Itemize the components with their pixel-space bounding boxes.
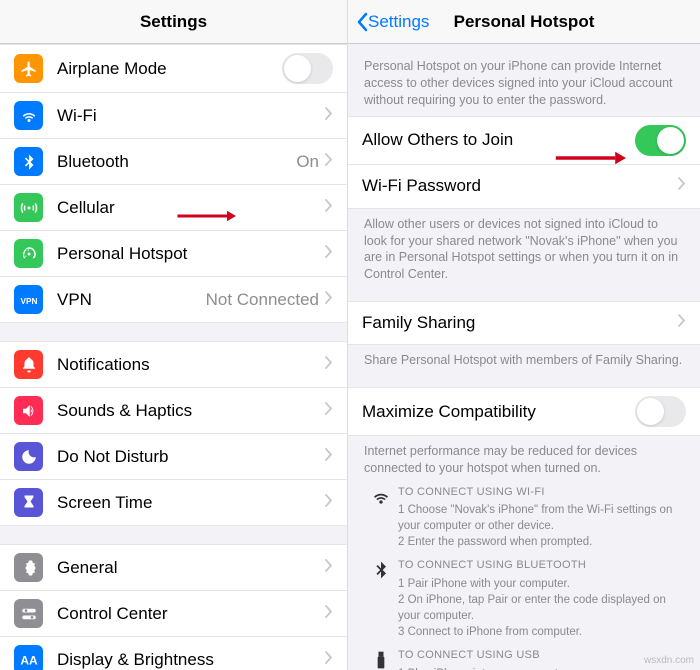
row-label: Maximize Compatibility [362,402,635,422]
row-wi-fi-password[interactable]: Wi-Fi Password [348,165,700,209]
chevron-right-icon [678,177,686,195]
instruction-text: TO CONNECT USING BLUETOOTH 1 Pair iPhone … [398,558,684,640]
chevron-right-icon [325,356,333,374]
instruction-step: 2 On iPhone, tap Pair or enter the code … [398,592,684,624]
row-label: Display & Brightness [57,650,325,670]
bt-instruction-icon [364,558,398,580]
row-label: General [57,558,325,578]
hourglass-icon [14,488,43,517]
settings-title: Settings [140,12,207,32]
instruction-usb: TO CONNECT USING USB 1 Plug iPhone into y… [364,648,684,670]
row-label: Wi-Fi [57,106,325,126]
arrow-annotation-toggle [554,148,626,168]
instruction-step: 1 Plug iPhone into your computer. [398,666,684,670]
allow-others-footer: Allow other users or devices not signed … [348,209,700,284]
hotspot-header: Settings Personal Hotspot [348,0,700,44]
chevron-right-icon [325,107,333,125]
chevron-right-icon [325,245,333,263]
usb-instruction-icon [364,648,398,670]
back-label: Settings [368,12,429,32]
row-do-not-disturb[interactable]: Do Not Disturb [0,434,347,480]
chevron-right-icon [325,402,333,420]
row-display-brightness[interactable]: Display & Brightness [0,637,347,670]
bluetooth-icon [14,147,43,176]
instruction-text: TO CONNECT USING WI-FI 1 Choose "Novak's … [398,485,684,551]
toggle[interactable] [282,53,333,84]
toggle[interactable] [635,125,686,156]
instruction-step: 2 Enter the password when prompted. [398,534,684,550]
instruction-heading: TO CONNECT USING WI-FI [398,485,684,500]
hotspot-icon [14,239,43,268]
chevron-right-icon [325,153,333,171]
instruction-wifi: TO CONNECT USING WI-FI 1 Choose "Novak's … [364,485,684,551]
intro-text: Personal Hotspot on your iPhone can prov… [348,44,700,116]
row-sounds-haptics[interactable]: Sounds & Haptics [0,388,347,434]
airplane-icon [14,54,43,83]
hotspot-title: Personal Hotspot [454,12,595,32]
arrow-annotation-hotspot [176,206,236,226]
row-label: Screen Time [57,493,325,513]
instruction-step: 3 Connect to iPhone from computer. [398,624,684,640]
row-label: Personal Hotspot [57,244,325,264]
settings-pane: Settings Airplane ModeWi-FiBluetoothOnCe… [0,0,348,670]
row-label: VPN [57,290,206,310]
wifi-instruction-icon [364,485,398,507]
sound-icon [14,396,43,425]
bell-icon [14,350,43,379]
instruction-heading: TO CONNECT USING BLUETOOTH [398,558,684,573]
instruction-text: TO CONNECT USING USB 1 Plug iPhone into y… [398,648,684,670]
row-general[interactable]: General [0,544,347,591]
row-value: Not Connected [206,290,319,310]
row-screen-time[interactable]: Screen Time [0,480,347,526]
row-label: Do Not Disturb [57,447,325,467]
wifi-icon [14,101,43,130]
chevron-right-icon [678,314,686,332]
row-cellular[interactable]: Cellular [0,185,347,231]
row-label: Family Sharing [362,313,678,333]
chevron-right-icon [325,651,333,669]
row-label: Wi-Fi Password [362,176,678,196]
row-notifications[interactable]: Notifications [0,341,347,388]
row-label: Airplane Mode [57,59,282,79]
moon-icon [14,442,43,471]
row-maximize-compatibility: Maximize Compatibility [348,387,700,436]
vpn-icon [14,285,43,314]
row-family-sharing[interactable]: Family Sharing [348,301,700,345]
row-allow-others-to-join: Allow Others to Join [348,116,700,165]
cellular-icon [14,193,43,222]
family-sharing-footer: Share Personal Hotspot with members of F… [348,345,700,369]
row-wi-fi[interactable]: Wi-Fi [0,93,347,139]
row-label: Sounds & Haptics [57,401,325,421]
chevron-right-icon [325,291,333,309]
back-button[interactable]: Settings [356,12,429,32]
chevron-right-icon [325,494,333,512]
watermark: wsxdn.com [644,655,694,666]
instruction-step: 1 Pair iPhone with your computer. [398,576,684,592]
row-label: Notifications [57,355,325,375]
row-personal-hotspot[interactable]: Personal Hotspot [0,231,347,277]
instruction-bt: TO CONNECT USING BLUETOOTH 1 Pair iPhone … [364,558,684,640]
instruction-heading: TO CONNECT USING USB [398,648,684,663]
row-label: Bluetooth [57,152,296,172]
row-airplane-mode: Airplane Mode [0,44,347,93]
instruction-step: 1 Choose "Novak's iPhone" from the Wi-Fi… [398,502,684,534]
chevron-right-icon [325,199,333,217]
switches-icon [14,599,43,628]
hotspot-pane: Settings Personal Hotspot Personal Hotsp… [348,0,700,670]
display-icon [14,645,43,670]
row-control-center[interactable]: Control Center [0,591,347,637]
row-value: On [296,152,319,172]
gear-icon [14,553,43,582]
chevron-right-icon [325,605,333,623]
compat-footer: Internet performance may be reduced for … [348,436,700,477]
row-label: Control Center [57,604,325,624]
chevron-right-icon [325,448,333,466]
chevron-right-icon [325,559,333,577]
toggle[interactable] [635,396,686,427]
chevron-left-icon [356,12,368,32]
settings-header: Settings [0,0,347,44]
row-vpn[interactable]: VPNNot Connected [0,277,347,323]
row-bluetooth[interactable]: BluetoothOn [0,139,347,185]
